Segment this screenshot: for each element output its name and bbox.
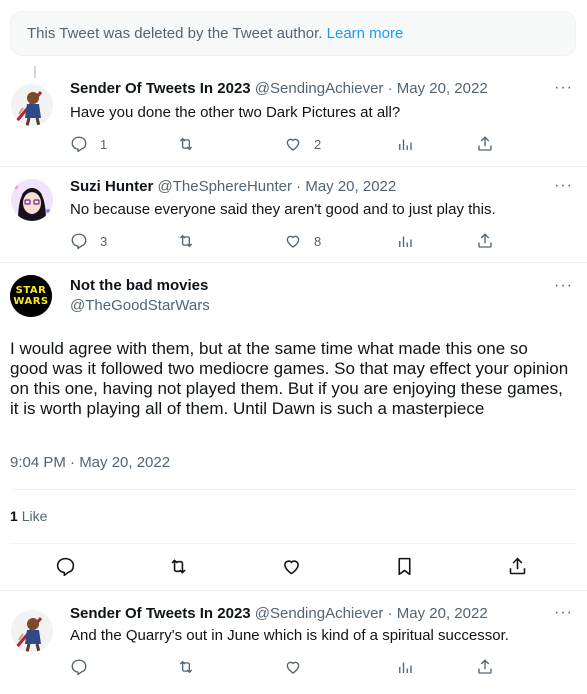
avatar-sender-of-tweets[interactable]: [11, 610, 53, 652]
reply-3-header: Sender Of Tweets In 2023 @SendingAchieve…: [70, 604, 488, 624]
share-icon: [478, 659, 492, 674]
author-handle[interactable]: @SendingAchiever: [255, 605, 384, 622]
analytics-icon: [399, 662, 412, 673]
author-name[interactable]: Sender Of Tweets In 2023: [70, 605, 251, 622]
reply-icon: [71, 659, 87, 676]
warrior-avatar-icon: [11, 610, 53, 652]
tweet-date[interactable]: May 20, 2022: [397, 605, 488, 622]
reply-tweet-3[interactable]: Sender Of Tweets In 2023 @SendingAchieve…: [0, 0, 587, 694]
heart-icon: [286, 661, 300, 674]
like-button[interactable]: [284, 658, 302, 676]
tweet-actions: [70, 658, 510, 678]
more-options-button[interactable]: ···: [554, 604, 573, 622]
separator-dot: ·: [387, 605, 393, 622]
tweet-text: And the Quarry's out in June which is ki…: [70, 627, 509, 644]
reply-button[interactable]: [70, 658, 88, 676]
retweet-button[interactable]: [177, 658, 195, 676]
retweet-icon: [179, 660, 193, 674]
share-button[interactable]: [476, 658, 494, 676]
views-button[interactable]: [396, 658, 414, 676]
